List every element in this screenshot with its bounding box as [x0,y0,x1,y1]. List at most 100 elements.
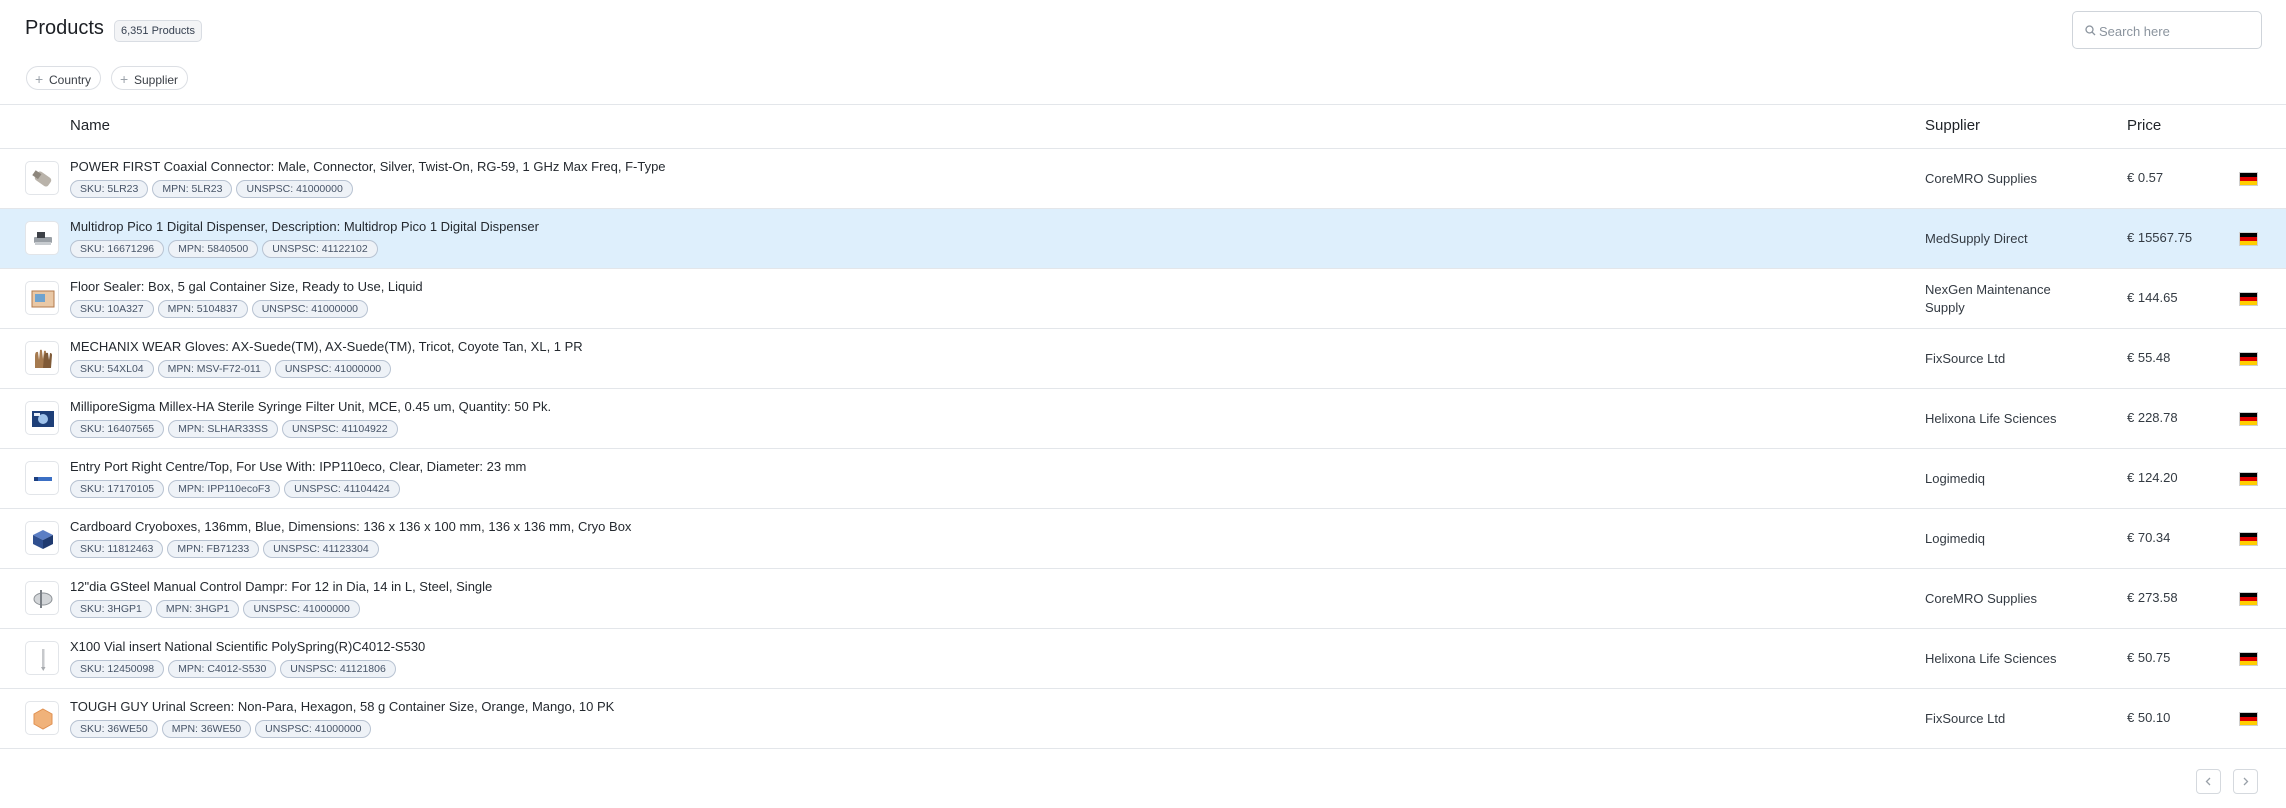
table-row[interactable]: Floor Sealer: Box, 5 gal Container Size,… [0,269,2286,329]
chevron-right-icon [2243,777,2249,786]
product-name[interactable]: Floor Sealer: Box, 5 gal Container Size,… [70,279,423,294]
product-tags: SKU: 11812463 MPN: FB71233 UNSPSC: 4112330… [70,539,383,558]
table-header: Name Supplier Price [0,104,2286,149]
product-name[interactable]: TOUGH GUY Urinal Screen: Non-Para, Hexag… [70,699,614,714]
mpn-tag: MPN: C4012-S530 [168,660,277,678]
vial-insert-icon [41,649,46,671]
supplier-name: NexGen Maintenance Supply [1925,282,2051,315]
table-row[interactable]: MilliporeSigma Millex-HA Sterile Syringe… [0,389,2286,449]
price-value: € 124.20 [2127,470,2178,485]
mpn-tag: MPN: SLHAR33SS [168,420,279,438]
product-thumbnail [25,581,59,615]
mpn-tag: MPN: 5840500 [168,240,259,258]
urinal-screen-icon [33,708,53,730]
gloves-icon [35,349,52,368]
unspsc-tag: UNSPSC: 41000000 [251,300,368,318]
plus-icon: + [35,71,44,87]
product-tags: SKU: 16671296 MPN: 5840500 UNSPSC: 4112210… [70,239,382,258]
price-value: € 50.75 [2127,650,2171,665]
country-filter-label: Country [49,73,92,87]
germany-flag-icon [2239,172,2258,186]
supplier-name: FixSource Ltd [1925,351,2006,366]
column-header-name[interactable]: Name [70,117,110,134]
product-name[interactable]: MilliporeSigma Millex-HA Sterile Syringe… [70,399,551,414]
product-thumbnail [25,281,59,315]
table-row[interactable]: 12"dia GSteel Manual Control Dampr: For … [0,569,2286,629]
germany-flag-icon [2239,292,2258,306]
search-input[interactable] [2097,12,2261,50]
price-value: € 228.78 [2127,410,2178,425]
next-page-button[interactable] [2233,769,2258,794]
product-thumbnail [25,341,59,375]
price-value: € 144.65 [2127,290,2178,305]
search-icon [2085,25,2096,36]
table-row[interactable]: POWER FIRST Coaxial Connector: Male, Con… [0,149,2286,209]
table-row[interactable]: TOUGH GUY Urinal Screen: Non-Para, Hexag… [0,689,2286,749]
table-row[interactable]: MECHANIX WEAR Gloves: AX-Suede(TM), AX-S… [0,329,2286,389]
germany-flag-icon [2239,232,2258,246]
product-tags: SKU: 10A327 MPN: 5104837 UNSPSC: 41000000 [70,299,372,318]
germany-flag-icon [2239,472,2258,486]
country-filter-button[interactable]: + Country [26,66,102,90]
product-name[interactable]: Multidrop Pico 1 Digital Dispenser, Desc… [70,219,539,234]
supplier-name: CoreMRO Supplies [1925,171,2037,186]
product-thumbnail [25,221,59,255]
product-tags: SKU: 12450098 MPN: C4012-S530 UNSPSC: 4112… [70,659,400,678]
table-row[interactable]: Cardboard Cryoboxes, 136mm, Blue, Dimens… [0,509,2286,569]
supplier-name: CoreMRO Supplies [1925,591,2037,606]
supplier-name: Logimediq [1925,531,1985,546]
unspsc-tag: UNSPSC: 41000000 [243,600,360,618]
sku-tag: SKU: 10A327 [70,300,154,318]
sku-tag: SKU: 54XL04 [70,360,154,378]
supplier-filter-label: Supplier [134,73,179,87]
sku-tag: SKU: 36WE50 [70,720,158,738]
product-tags: SKU: 54XL04 MPN: MSV-F72-011 UNSPSC: 41000… [70,359,395,378]
table-row[interactable]: X100 Vial insert National Scientific Pol… [0,629,2286,689]
mpn-tag: MPN: FB71233 [167,540,260,558]
sku-tag: SKU: 17170105 [70,480,165,498]
page-header: Products 6,351 Products [0,0,2286,60]
product-count-badge: 6,351 Products [114,20,202,42]
table-row[interactable]: Entry Port Right Centre/Top, For Use Wit… [0,449,2286,509]
sku-tag: SKU: 12450098 [70,660,165,678]
germany-flag-icon [2239,352,2258,366]
product-name[interactable]: 12"dia GSteel Manual Control Dampr: For … [70,579,492,594]
previous-page-button[interactable] [2196,769,2221,794]
damper-icon [33,590,53,608]
sku-tag: SKU: 16671296 [70,240,165,258]
germany-flag-icon [2239,412,2258,426]
product-thumbnail [25,161,59,195]
cryobox-icon [33,530,53,549]
sku-tag: SKU: 5LR23 [70,180,149,198]
box-icon [31,290,55,308]
supplier-name: Helixona Life Sciences [1925,651,2057,666]
unspsc-tag: UNSPSC: 41000000 [274,360,392,378]
germany-flag-icon [2239,532,2258,546]
price-value: € 0.57 [2127,170,2164,185]
search-box[interactable] [2072,11,2262,50]
table-body: POWER FIRST Coaxial Connector: Male, Con… [0,149,2286,749]
products-table: Name Supplier Price POWER FIRST Coaxial … [0,104,2286,749]
unspsc-tag: UNSPSC: 41123304 [263,540,379,558]
product-name[interactable]: Cardboard Cryoboxes, 136mm, Blue, Dimens… [70,519,631,534]
unspsc-tag: UNSPSC: 41122102 [262,240,378,258]
supplier-name: Logimediq [1925,471,1985,486]
column-header-price[interactable]: Price [2127,117,2161,134]
product-name[interactable]: X100 Vial insert National Scientific Pol… [70,639,425,654]
product-name[interactable]: MECHANIX WEAR Gloves: AX-Suede(TM), AX-S… [70,339,583,354]
mpn-tag: MPN: 36WE50 [161,720,252,738]
mpn-tag: MPN: 5104837 [157,300,248,318]
filter-unit-icon [32,411,54,427]
plus-icon: + [120,71,129,87]
column-header-supplier[interactable]: Supplier [1925,117,1980,134]
product-name[interactable]: POWER FIRST Coaxial Connector: Male, Con… [70,159,666,174]
product-thumbnail [25,641,59,675]
supplier-filter-button[interactable]: + Supplier [111,66,189,90]
table-row[interactable]: Multidrop Pico 1 Digital Dispenser, Desc… [0,209,2286,269]
sku-tag: SKU: 16407565 [70,420,165,438]
price-value: € 70.34 [2127,530,2171,545]
product-name[interactable]: Entry Port Right Centre/Top, For Use Wit… [70,459,526,474]
product-tags: SKU: 16407565 MPN: SLHAR33SS UNSPSC: 41104… [70,419,402,438]
mpn-tag: MPN: MSV-F72-011 [157,360,271,378]
coax-connector-icon [32,170,52,187]
